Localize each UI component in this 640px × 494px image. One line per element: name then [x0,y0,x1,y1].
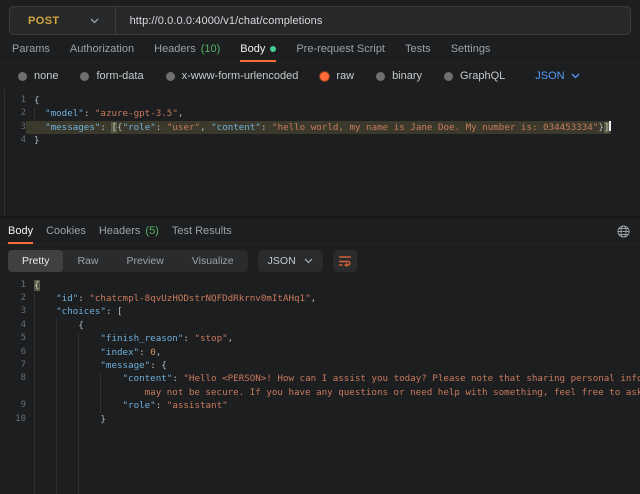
tab-tests[interactable]: Tests [405,35,431,62]
tab-params[interactable]: Params [12,35,50,62]
code-text: "choices": [ [26,305,123,318]
tab-authorization[interactable]: Authorization [70,35,134,62]
tab-response-body[interactable]: Body [8,218,33,244]
line-number: 1 [0,94,26,107]
radio-form-data[interactable]: form-data [80,70,143,82]
tab-settings[interactable]: Settings [451,35,491,62]
response-view-switcher: Pretty Raw Preview Visualize [8,250,248,272]
line-number: 4 [0,319,26,332]
code-text: { [26,319,84,332]
code-text: "content": "Hello <PERSON>! How can I as… [26,372,640,385]
chevron-down-icon [571,73,580,79]
view-visualize[interactable]: Visualize [178,250,248,272]
chevron-down-icon [304,258,313,264]
network-globe-icon[interactable] [617,225,630,241]
wrap-text-icon [338,255,352,267]
code-text: "finish_reason": "stop", [26,332,233,345]
code-line[interactable]: 3 "choices": [ [0,305,640,318]
radio-icon [80,72,89,81]
radio-icon [18,72,27,81]
response-toolbar: Pretty Raw Preview Visualize JSON [0,245,640,277]
response-tabs: Body Cookies Headers(5) Test Results [0,217,640,245]
radio-icon [376,72,385,81]
line-number: 6 [0,346,26,359]
code-text: "model": "azure-gpt-3.5", [26,107,183,120]
code-line[interactable]: 6 "index": 0, [0,346,640,359]
tab-body[interactable]: Body [240,35,276,62]
view-raw[interactable]: Raw [63,250,112,272]
line-number: 9 [0,399,26,412]
tab-test-results[interactable]: Test Results [172,218,232,244]
radio-x-www-form-urlencoded[interactable]: x-www-form-urlencoded [166,70,299,82]
line-number: 3 [0,121,26,134]
tab-response-headers[interactable]: Headers(5) [99,218,159,244]
line-number: 1 [0,279,26,292]
code-text: { [26,279,40,292]
wrap-text-button[interactable] [333,250,357,272]
text-caret [609,121,611,131]
response-format-select[interactable]: JSON [258,250,323,272]
radio-graphql[interactable]: GraphQL [444,70,505,82]
postman-window: POST http://0.0.0.0:4000/v1/chat/complet… [0,0,640,494]
line-number: 8 [0,372,26,385]
code-line[interactable]: 2 "id": "chatcmpl-8qvUzHODstrNQFDdRkrnv0… [0,292,640,305]
code-text: "role": "assistant" [26,399,228,412]
tab-cookies[interactable]: Cookies [46,218,86,244]
view-pretty[interactable]: Pretty [8,250,63,272]
code-line[interactable]: 2 "model": "azure-gpt-3.5", [0,107,640,120]
radio-none[interactable]: none [18,70,58,82]
code-text: may not be secure. If you have any quest… [26,386,640,399]
code-line[interactable]: 1{ [0,94,640,107]
code-line[interactable]: 7 "message": { [0,359,640,372]
tab-headers[interactable]: Headers(10) [154,35,220,62]
chevron-down-icon [90,18,99,24]
code-line[interactable]: 4} [0,134,640,147]
line-number: 7 [0,359,26,372]
code-text: "index": 0, [26,346,161,359]
request-tabs: Params Authorization Headers(10) Body Pr… [0,35,640,63]
code-line[interactable]: 4 { [0,319,640,332]
code-text: "messages": [{"role": "user", "content":… [26,121,611,134]
request-url-bar: POST http://0.0.0.0:4000/v1/chat/complet… [9,6,631,35]
code-line[interactable]: 9 "role": "assistant" [0,399,640,412]
radio-icon [444,72,453,81]
radio-raw[interactable]: raw [320,70,354,82]
line-number: 4 [0,134,26,147]
code-text: } [26,413,106,426]
code-line[interactable]: 10 } [0,413,640,426]
method-selector[interactable]: POST [10,7,115,34]
radio-icon-selected [320,72,329,81]
tab-pre-request-script[interactable]: Pre-request Script [296,35,385,62]
code-line[interactable]: 3 "messages": [{"role": "user", "content… [0,121,640,134]
view-preview[interactable]: Preview [112,250,177,272]
response-headers-count-badge: (5) [145,225,158,237]
url-input[interactable]: http://0.0.0.0:4000/v1/chat/completions [116,15,630,27]
code-line[interactable]: 8 "content": "Hello <PERSON>! How can I … [0,372,640,385]
line-number [0,386,26,399]
radio-binary[interactable]: binary [376,70,422,82]
code-text: "message": { [26,359,167,372]
request-code[interactable]: 1{2 "model": "azure-gpt-3.5",3 "messages… [0,89,640,148]
code-line[interactable]: may not be secure. If you have any quest… [0,386,640,399]
body-type-options: none form-data x-www-form-urlencoded raw… [0,63,640,89]
code-text: } [26,134,40,147]
request-editor[interactable]: 1{2 "model": "azure-gpt-3.5",3 "messages… [0,89,640,217]
method-label: POST [28,15,60,27]
line-number: 3 [0,305,26,318]
line-number: 2 [0,292,26,305]
line-number: 5 [0,332,26,345]
line-number: 10 [0,413,26,426]
line-number: 2 [0,107,26,120]
body-modified-dot [270,46,276,52]
headers-count-badge: (10) [201,43,221,55]
radio-icon [166,72,175,81]
response-editor[interactable]: 1{2 "id": "chatcmpl-8qvUzHODstrNQFDdRkrn… [0,277,640,494]
code-line[interactable]: 5 "finish_reason": "stop", [0,332,640,345]
response-code[interactable]: 1{2 "id": "chatcmpl-8qvUzHODstrNQFDdRkrn… [0,277,640,426]
body-format-select[interactable]: JSON [535,70,579,82]
code-line[interactable]: 1{ [0,279,640,292]
code-text: "id": "chatcmpl-8qvUzHODstrNQFDdRkrnv0mI… [26,292,316,305]
code-text: { [26,94,40,107]
